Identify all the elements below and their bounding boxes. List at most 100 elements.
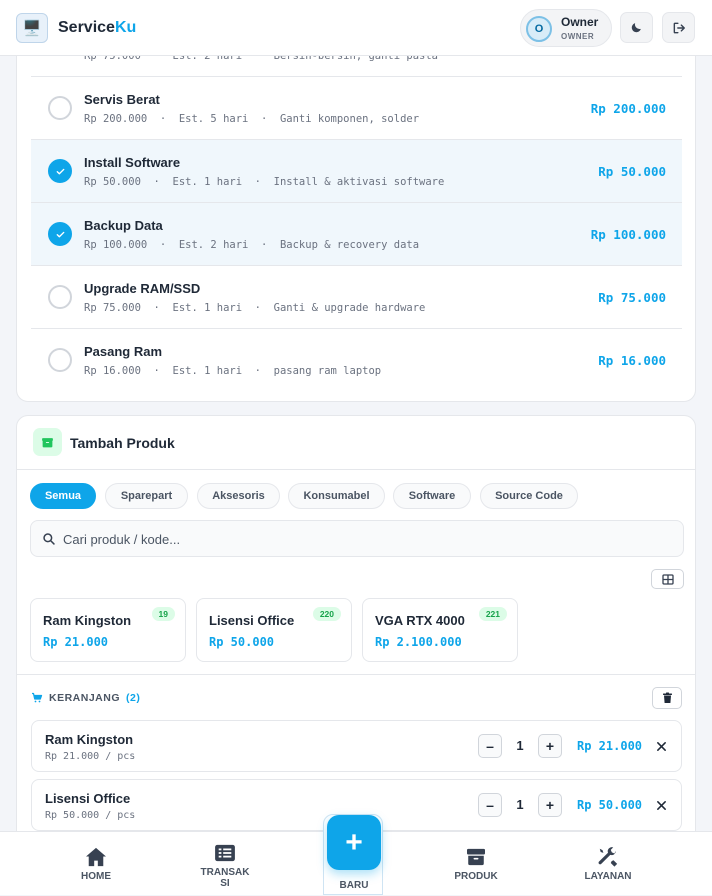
check-icon [56, 231, 64, 237]
user-role: OWNER [561, 32, 595, 41]
service-name: Upgrade RAM/SSD [84, 281, 201, 296]
service-row[interactable]: Upgrade RAM/SSD Rp 75.000 · Est. 1 hari … [31, 266, 682, 329]
nav-home[interactable]: HOME [66, 832, 126, 896]
cart-item-total: Rp 21.000 [577, 739, 643, 753]
nav-baru[interactable]: + BARU [323, 814, 383, 895]
service-meta: Rp 16.000 · Est. 1 hari · pasang ram lap… [84, 365, 382, 377]
cart-item-name: Ram Kingston [45, 732, 134, 747]
service-price: Rp 50.000 [598, 164, 666, 179]
service-checkbox[interactable] [48, 159, 72, 183]
add-product-header: Tambah Produk [17, 416, 695, 470]
grid-view-toggle[interactable] [651, 569, 684, 589]
cart-label: KERANJANG (2) [31, 692, 140, 704]
search-icon [43, 533, 55, 545]
service-list-card: Rp 75.000 · Est. 2 hari · Bersih-bersih,… [16, 0, 696, 402]
app-header: 🖥️ ServiceKu O Owner OWNER [0, 0, 712, 56]
category-chip-aksesoris[interactable]: Aksesoris [197, 483, 280, 509]
category-chip-source-code[interactable]: Source Code [480, 483, 578, 509]
service-price: Rp 100.000 [590, 227, 666, 242]
receipt-icon [214, 842, 236, 864]
close-icon [656, 741, 666, 751]
service-name: Pasang Ram [84, 344, 163, 359]
decrease-qty-button[interactable]: – [478, 793, 502, 817]
divider [17, 674, 695, 675]
user-name: Owner [561, 15, 599, 29]
product-tile[interactable]: Lisensi Office Rp 50.000 220 [196, 598, 352, 662]
service-row[interactable]: Servis Berat Rp 200.000 · Est. 5 hari · … [31, 77, 682, 140]
category-chip-software[interactable]: Software [393, 483, 471, 509]
increase-qty-button[interactable]: + [538, 793, 562, 817]
stock-badge: 221 [478, 607, 507, 621]
quantity-value: 1 [516, 797, 524, 812]
clear-cart-button[interactable] [652, 687, 682, 709]
service-checkbox[interactable] [48, 285, 72, 309]
stock-badge: 220 [312, 607, 341, 621]
cart-item-unit-price: Rp 50.000 / pcs [45, 810, 136, 821]
moon-icon [631, 23, 641, 33]
service-meta: Rp 75.000 · Est. 1 hari · Ganti & upgrad… [84, 302, 426, 314]
product-tile[interactable]: VGA RTX 4000 Rp 2.100.000 221 [362, 598, 518, 662]
service-price: Rp 75.000 [598, 290, 666, 305]
tools-icon [597, 846, 619, 868]
service-checkbox[interactable] [48, 348, 72, 372]
cart-count: (2) [126, 692, 141, 704]
section-title: Tambah Produk [70, 435, 175, 451]
product-name: Lisensi Office [209, 613, 295, 628]
remove-item-button[interactable] [652, 737, 670, 755]
logout-icon [673, 22, 685, 33]
logout-button[interactable] [662, 12, 695, 43]
cart-item: Ram Kingston Rp 21.000 / pcs – 1 + Rp 21… [31, 720, 682, 772]
service-row[interactable]: Pasang Ram Rp 16.000 · Est. 1 hari · pas… [31, 329, 682, 392]
product-search[interactable] [30, 520, 684, 557]
product-price: Rp 2.100.000 [375, 635, 462, 649]
new-transaction-button[interactable]: + [327, 815, 381, 870]
service-row[interactable]: Install Software Rp 50.000 · Est. 1 hari… [31, 140, 682, 203]
product-price: Rp 50.000 [209, 635, 275, 649]
service-meta: Rp 200.000 · Est. 5 hari · Ganti kompone… [84, 113, 420, 125]
nav-produk[interactable]: PRODUK [446, 832, 506, 896]
cart-item-name: Lisensi Office [45, 791, 131, 806]
avatar: O [526, 16, 552, 42]
theme-toggle-button[interactable] [620, 12, 653, 43]
service-name: Install Software [84, 155, 181, 170]
app-brand: ServiceKu [58, 19, 137, 36]
service-meta: Rp 50.000 · Est. 1 hari · Install & akti… [84, 176, 445, 188]
trash-icon [662, 692, 672, 703]
box-icon [33, 428, 62, 456]
quantity-value: 1 [516, 738, 524, 753]
category-chip-semua[interactable]: Semua [30, 483, 96, 509]
product-name: Ram Kingston [43, 613, 132, 628]
service-price: Rp 200.000 [590, 101, 666, 116]
check-icon [56, 168, 64, 174]
grid-icon [661, 573, 674, 585]
nav-transaksi[interactable]: TRANSAKSI [193, 832, 257, 896]
nav-layanan[interactable]: LAYANAN [577, 832, 639, 896]
cart-item-total: Rp 50.000 [577, 798, 643, 812]
product-name: VGA RTX 4000 [375, 613, 465, 628]
add-product-card: Tambah Produk Semua Sparepart Aksesoris … [16, 415, 696, 875]
computer-icon: 🖥️ [16, 13, 48, 43]
decrease-qty-button[interactable]: – [478, 734, 502, 758]
product-tile[interactable]: Ram Kingston Rp 21.000 19 [30, 598, 186, 662]
search-input[interactable] [63, 528, 663, 550]
home-icon [85, 846, 107, 868]
service-name: Servis Berat [84, 92, 160, 107]
cart-icon [32, 692, 43, 703]
remove-item-button[interactable] [652, 796, 670, 814]
stock-badge: 19 [151, 607, 175, 621]
service-meta: Rp 100.000 · Est. 2 hari · Backup & reco… [84, 239, 420, 251]
increase-qty-button[interactable]: + [538, 734, 562, 758]
product-price: Rp 21.000 [43, 635, 109, 649]
service-price: Rp 16.000 [598, 353, 666, 368]
close-icon [656, 800, 666, 810]
service-row[interactable]: Backup Data Rp 100.000 · Est. 2 hari · B… [31, 203, 682, 266]
box-icon [466, 846, 486, 868]
category-chip-sparepart[interactable]: Sparepart [105, 483, 188, 509]
cart-item-unit-price: Rp 21.000 / pcs [45, 751, 136, 762]
service-name: Backup Data [84, 218, 163, 233]
category-chip-konsumabel[interactable]: Konsumabel [288, 483, 385, 509]
nav-baru-label: BARU [339, 880, 369, 891]
user-menu[interactable]: O Owner OWNER [520, 9, 612, 47]
service-checkbox[interactable] [48, 222, 72, 246]
service-checkbox[interactable] [48, 96, 72, 120]
